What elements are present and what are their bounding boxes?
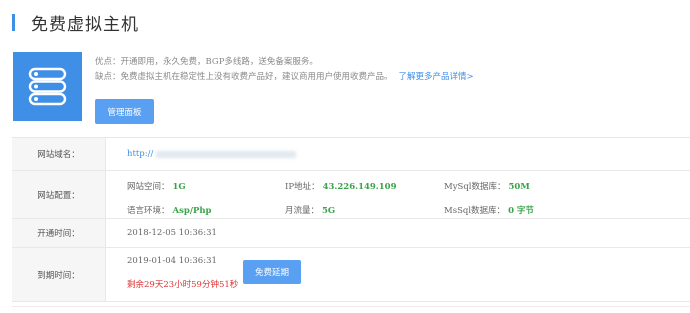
product-advantages: 优点：开通即用，永久免费，BGP多线路，送免备案服务。 — [95, 57, 318, 67]
expire-time-value: 2019-01-04 10:36:31 — [127, 256, 217, 266]
open-time-value: 2018-12-05 10:36:31 — [127, 228, 217, 238]
expire-time-row: 到期时间： 2019-01-04 10:36:31 剩余29天23小时59分钟5… — [12, 248, 690, 302]
page-title: 免费虚拟主机 — [31, 14, 139, 35]
manage-panel-button[interactable]: 管理面板 — [95, 99, 154, 124]
config-label: 网站配置： — [12, 171, 106, 218]
page-header: 免费虚拟主机 — [12, 12, 139, 35]
renew-button[interactable]: 免费延期 — [243, 260, 301, 284]
domain-link[interactable]: http:// — [127, 149, 297, 159]
expire-time-label: 到期时间： — [12, 248, 106, 301]
more-details-link[interactable]: 了解更多产品详情> — [399, 72, 474, 82]
traffic-info: 月流量： 5G — [285, 206, 336, 216]
title-accent-bar — [12, 13, 15, 31]
domain-prefix: http:// — [127, 149, 154, 159]
open-time-label: 开通时间： — [12, 219, 106, 247]
domain-label: 网站域名： — [12, 138, 106, 170]
ip-info: IP地址： 43.226.149.109 — [285, 182, 397, 192]
redacted-domain — [156, 150, 297, 158]
space-value: 1G — [172, 182, 186, 192]
disadvantages-text: 缺点：免费虚拟主机在稳定性上没有收费产品好，建议商用用户使用收费产品。 — [95, 72, 393, 82]
mssql-value: 0 字节 — [508, 206, 534, 216]
remaining-time: 剩余29天23小时59分钟51秒 — [127, 280, 239, 290]
product-disadvantages: 缺点：免费虚拟主机在稳定性上没有收费产品好，建议商用用户使用收费产品。 了解更多产… — [95, 70, 474, 82]
domain-row: 网站域名： http:// — [12, 138, 690, 171]
open-time-row: 开通时间： 2018-12-05 10:36:31 — [12, 219, 690, 248]
ip-value: 43.226.149.109 — [322, 182, 397, 192]
server-stack-icon — [13, 52, 82, 121]
mssql-info: MsSql数据库： 0 字节 — [444, 206, 534, 216]
lang-info: 语言环境： Asp/Php — [127, 206, 212, 216]
space-info: 网站空间： 1G — [127, 182, 186, 192]
lang-value: Asp/Php — [172, 206, 212, 216]
mysql-value: 50M — [508, 182, 530, 192]
host-info-table: 网站域名： http:// 网站配置： 网站空间： 1G IP地址： 43.226.… — [12, 137, 690, 302]
config-row: 网站配置： 网站空间： 1G IP地址： 43.226.149.109 MySql数… — [12, 171, 690, 219]
mysql-info: MySql数据库： 50M — [444, 182, 530, 192]
bottom-divider — [12, 306, 690, 307]
traffic-value: 5G — [322, 206, 336, 216]
